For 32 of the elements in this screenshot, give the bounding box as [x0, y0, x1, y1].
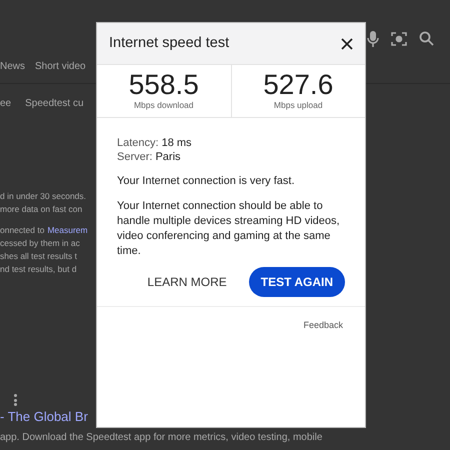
more-options-icon[interactable] [14, 394, 17, 406]
speed-unit: Mbps upload [274, 98, 323, 112]
detail-label: Server: [117, 150, 152, 164]
result-title-link[interactable]: - The Global Br [0, 407, 88, 426]
filter-chip[interactable]: Speedtest cu [25, 96, 84, 110]
description-text: Your Internet connection should be able to handle multiple devices streaming HD videos, video conferencing and gaming at the same time. [117, 199, 341, 259]
snippet-text: more data on fast con [0, 203, 82, 216]
result-description: app. Download the Speedtest app for more metrics, video testing, mobile [0, 430, 322, 444]
test-again-button[interactable]: TEST AGAIN [248, 267, 345, 297]
feedback-link[interactable]: Feedback [303, 319, 343, 332]
detail-value: Paris [155, 150, 181, 164]
dialog-title: Internet speed test [109, 34, 230, 53]
search-tab[interactable]: News [0, 59, 26, 74]
snippet-text: nd test results, but d [0, 263, 77, 276]
detail-label: Latency: [117, 136, 159, 150]
search-tab[interactable]: Short video [35, 59, 86, 74]
summary-text: Your Internet connection is very fast. [117, 174, 296, 189]
learn-more-button[interactable]: LEARN MORE [135, 267, 239, 297]
camera-icon[interactable] [391, 30, 407, 46]
detail-value: 18 ms [162, 136, 192, 150]
speed-value: 527.6 [263, 70, 334, 99]
close-icon[interactable] [341, 38, 353, 50]
snippet-text: shes all test results t [0, 250, 78, 263]
snippet-text: d in under 30 seconds. [0, 190, 86, 203]
speed-unit: Mbps download [134, 98, 194, 112]
source-link[interactable]: Measurem [47, 224, 88, 237]
filter-chip[interactable]: ee [0, 96, 12, 110]
microphone-icon[interactable] [367, 30, 379, 46]
speed-value: 558.5 [128, 70, 199, 99]
snippet-text: onnected to [0, 224, 44, 237]
search-icon[interactable] [419, 31, 434, 46]
snippet-text: cessed by them in ac [0, 237, 80, 250]
